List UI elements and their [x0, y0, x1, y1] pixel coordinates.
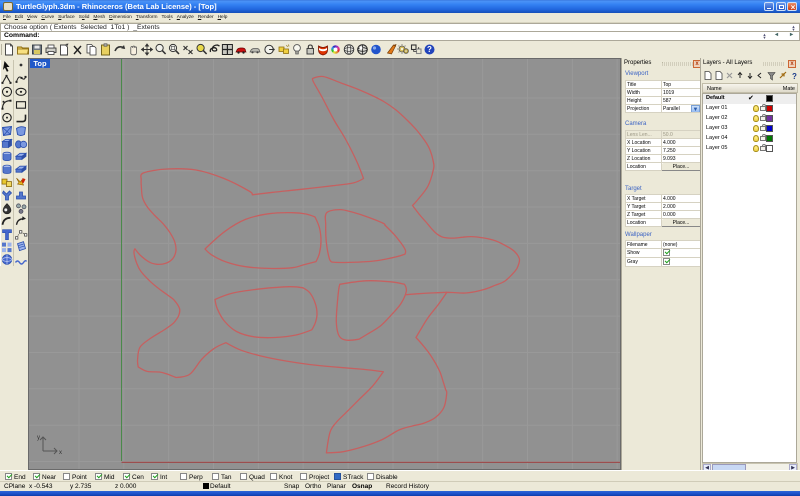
- svg-text:?: ?: [792, 72, 797, 81]
- svg-text:y: y: [37, 435, 40, 441]
- svg-text:x: x: [59, 450, 62, 456]
- svg-text:?: ?: [427, 45, 432, 54]
